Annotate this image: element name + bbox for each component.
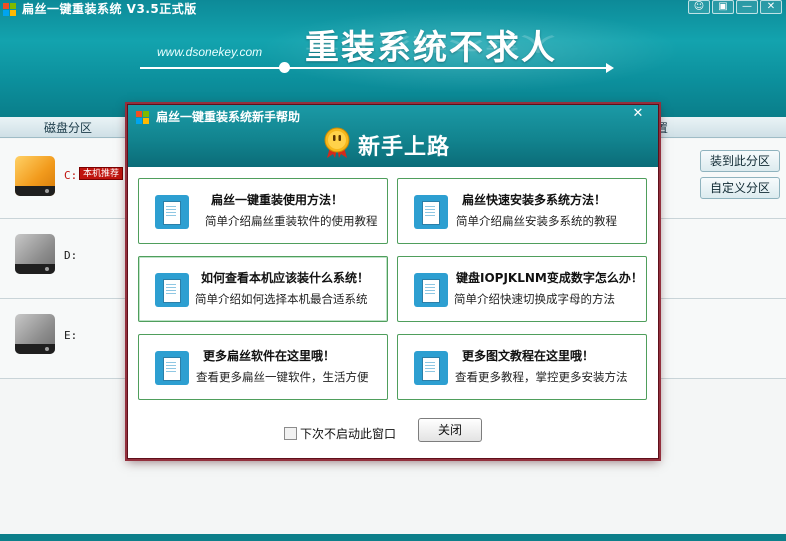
dont-show-again-label: 下次不启动此窗口 (300, 427, 397, 441)
help-card-usage[interactable]: 扁丝一键重装使用方法！ 简单介绍扁丝重装软件的使用教程 (138, 178, 388, 244)
card-title: 如何查看本机应该装什么系统！ (201, 271, 370, 285)
gray-drive-icon (15, 234, 55, 274)
windows-logo-icon (3, 3, 17, 17)
help-dialog: 扁丝一键重装系统新手帮助 ✕ 新手上路 扁丝一键重装使用方法！ 简单介绍扁丝重装… (127, 104, 659, 459)
drive-letter: C: (64, 169, 78, 182)
card-desc: 简单介绍快速切换成字母的方法 (454, 292, 615, 306)
card-title: 扁丝一键重装使用方法！ (211, 193, 344, 207)
dialog-heading: 新手上路 (358, 135, 451, 160)
card-desc: 查看更多扁丝一键软件，生活方便 (196, 370, 369, 384)
help-card-which-system[interactable]: 如何查看本机应该装什么系统！ 简单介绍如何选择本机最合适系统 (138, 256, 388, 322)
dont-show-again[interactable]: 下次不启动此窗口 (284, 425, 396, 442)
close-button[interactable]: 关闭 (418, 418, 482, 442)
orange-drive-icon (15, 156, 55, 196)
custom-partition-button[interactable]: 自定义分区 (700, 177, 780, 199)
card-title: 更多扁丝软件在这里哦！ (203, 349, 336, 363)
card-desc: 简单介绍扁丝重装软件的使用教程 (205, 214, 378, 228)
card-title: 键盘IOPJKLNM变成数字怎么办！ (456, 271, 643, 285)
gray-drive-icon (15, 314, 55, 354)
help-card-more-tutorials[interactable]: 更多图文教程在这里哦！ 查看更多教程，掌控更多安装方法 (397, 334, 647, 400)
card-title: 扁丝快速安装多系统方法！ (462, 193, 607, 207)
recommended-badge: 本机推荐 (79, 167, 124, 180)
status-bar (0, 534, 786, 541)
app-title: 扁丝一键重装系统 V3.5正式版 (22, 2, 197, 16)
dialog-title: 扁丝一键重装系统新手帮助 (156, 110, 301, 124)
slogan-reflection: 重装系统不求人 (305, 31, 557, 54)
header-banner: 扁丝一键重装系统 V3.5正式版 ☺ ▣ — ✕ www.dsonekey.co… (0, 0, 786, 117)
help-card-multi-system[interactable]: 扁丝快速安装多系统方法！ 简单介绍扁丝安装多系统的教程 (397, 178, 647, 244)
card-title: 更多图文教程在这里哦！ (462, 349, 595, 363)
drive-letter: E: (64, 329, 78, 342)
help-card-keyboard[interactable]: 键盘IOPJKLNM变成数字怎么办！ 简单介绍快速切换成字母的方法 (397, 256, 647, 322)
drive-letter: D: (64, 249, 78, 262)
dialog-header: 扁丝一键重装系统新手帮助 ✕ 新手上路 (128, 105, 658, 167)
install-to-partition-button[interactable]: 装到此分区 (700, 150, 780, 172)
window-controls: ☺ ▣ — ✕ (688, 0, 782, 14)
close-icon[interactable]: ✕ (760, 0, 782, 14)
site-url: www.dsonekey.com (157, 45, 263, 59)
document-icon (414, 273, 448, 307)
card-desc: 简单介绍如何选择本机最合适系统 (195, 292, 368, 306)
card-desc: 查看更多教程，掌控更多安装方法 (455, 370, 628, 384)
card-desc: 简单介绍扁丝安装多系统的教程 (456, 214, 617, 228)
document-icon (155, 351, 189, 385)
document-icon (414, 351, 448, 385)
windows-logo-icon (136, 111, 150, 125)
feedback-icon[interactable]: ☺ (688, 0, 710, 14)
dialog-close-button[interactable]: ✕ (624, 105, 652, 123)
document-icon (414, 195, 448, 229)
document-icon (155, 273, 189, 307)
dont-show-again-checkbox[interactable] (284, 427, 297, 440)
help-card-more-software[interactable]: 更多扁丝软件在这里哦！ 查看更多扁丝一键软件，生活方便 (138, 334, 388, 400)
minimize-icon[interactable]: — (736, 0, 758, 14)
decorative-dot (279, 62, 290, 73)
tab-disk-partition[interactable]: 磁盘分区 (44, 119, 92, 136)
document-icon (155, 195, 189, 229)
skin-icon[interactable]: ▣ (712, 0, 734, 14)
mascot-icon (324, 127, 350, 158)
